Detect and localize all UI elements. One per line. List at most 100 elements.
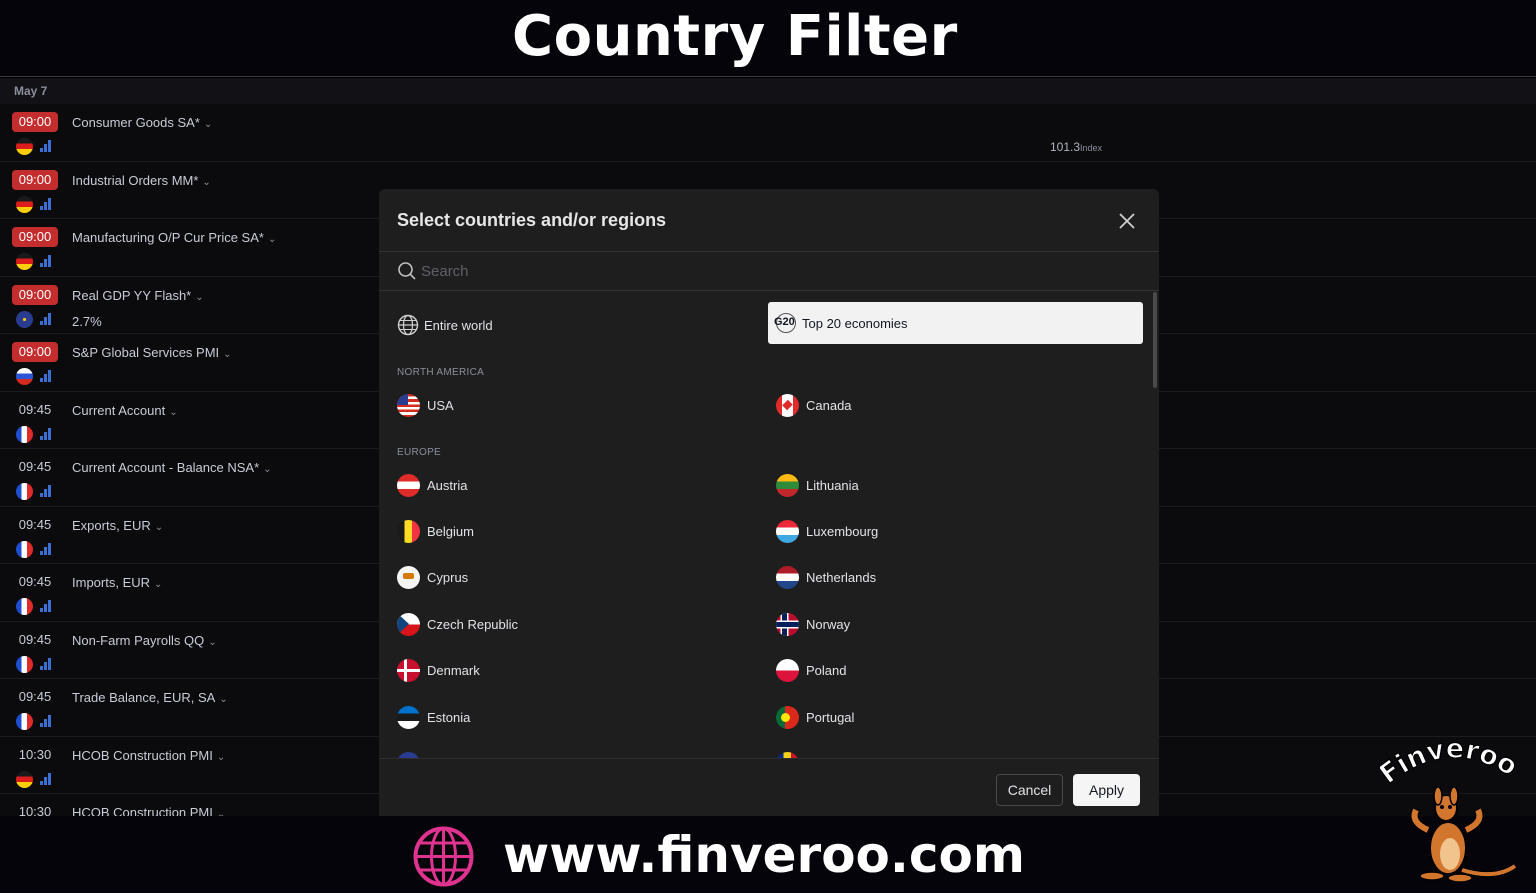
at-flag-icon: [397, 473, 420, 497]
website-banner: www.finveroo.com: [0, 816, 1536, 893]
importance-bars-icon: [40, 312, 52, 325]
country-list: Entire world G20 Top 20 economies NORTH …: [379, 292, 1149, 758]
event-actual-value: 101.3Index: [1050, 140, 1103, 154]
country-option-poland[interactable]: Poland: [776, 658, 846, 684]
banner-title: Country Filter: [512, 4, 958, 69]
event-name[interactable]: Manufacturing O/P Cur Price SA* ⌄: [72, 230, 276, 245]
event-time: 09:00: [12, 169, 58, 190]
country-option-estonia[interactable]: Estonia: [397, 704, 470, 730]
search-input[interactable]: [421, 259, 1121, 283]
country-option-usa[interactable]: USA: [397, 392, 454, 418]
globe-icon: [397, 314, 419, 336]
importance-bars-icon: [40, 255, 52, 267]
event-name[interactable]: S&P Global Services PMI ⌄: [72, 345, 232, 360]
event-row[interactable]: 09:00 Consumer Goods SA* ⌄: [0, 104, 1536, 162]
event-time: 09:45: [18, 516, 52, 532]
event-name[interactable]: Trade Balance, EUR, SA ⌄: [72, 690, 228, 705]
country-option-denmark[interactable]: Denmark: [397, 658, 480, 684]
country-label: Netherlands: [806, 570, 877, 586]
country-flag-icon: [16, 598, 33, 615]
dk-flag-icon: [397, 659, 420, 683]
country-label: Luxembourg: [806, 523, 879, 539]
close-icon: [1119, 213, 1135, 229]
country-option-canada[interactable]: Canada: [776, 392, 852, 418]
importance-bars-icon: [40, 370, 52, 382]
event-name[interactable]: Industrial Orders MM* ⌄: [72, 173, 211, 188]
country-option-cyprus[interactable]: Cyprus: [397, 565, 468, 591]
importance-bars-icon: [40, 197, 52, 210]
country-label: Cyprus: [427, 570, 469, 586]
event-name[interactable]: HCOB Construction PMI ⌄: [72, 805, 225, 816]
pt-flag-icon: [776, 705, 799, 729]
top20-economies-option[interactable]: G20 Top 20 economies: [768, 302, 1143, 344]
section-europe: EUROPE: [397, 447, 442, 458]
event-name[interactable]: Non-Farm Payrolls QQ ⌄: [72, 633, 217, 648]
country-flag-icon: [16, 368, 33, 385]
importance-bars-icon: [40, 485, 52, 497]
country-filter-dialog: Select countries and/or regions Entire w…: [379, 189, 1159, 816]
importance-bars-icon: [40, 140, 52, 152]
pl-flag-icon: [776, 659, 799, 683]
country-option-netherlands[interactable]: Netherlands: [776, 565, 876, 591]
event-name[interactable]: Current Account - Balance NSA* ⌄: [72, 460, 272, 475]
finveroo-kangaroo-logo: Finveroo: [1380, 733, 1523, 883]
event-name[interactable]: Consumer Goods SA* ⌄: [72, 115, 212, 130]
country-option-romania[interactable]: Romania: [776, 750, 858, 758]
event-name[interactable]: HCOB Construction PMI ⌄: [72, 748, 225, 763]
country-option-austria[interactable]: Austria: [397, 472, 467, 498]
importance-bars-icon: [40, 600, 52, 612]
close-button[interactable]: [1113, 207, 1141, 235]
top20-label: Top 20 economies: [802, 315, 908, 331]
be-flag-icon: [397, 519, 420, 543]
country-option-norway[interactable]: Norway: [776, 611, 850, 637]
event-name[interactable]: Real GDP YY Flash* ⌄: [72, 288, 204, 303]
entire-world-option[interactable]: Entire world: [397, 312, 493, 338]
country-label: Estonia: [427, 709, 471, 725]
no-flag-icon: [776, 612, 799, 636]
country-label: Portugal: [806, 709, 855, 725]
event-name[interactable]: Imports, EUR ⌄: [72, 575, 162, 590]
country-option-european-union[interactable]: European Union: [397, 750, 521, 758]
logo-text: Finveroo: [1380, 733, 1523, 791]
country-label: Denmark: [427, 663, 480, 679]
country-flag-icon: [16, 253, 33, 270]
country-label: USA: [427, 397, 454, 413]
country-option-portugal[interactable]: Portugal: [776, 704, 854, 730]
event-time: 09:00: [12, 342, 58, 362]
event-time: 09:45: [18, 689, 52, 704]
apply-button[interactable]: Apply: [1073, 774, 1140, 806]
chevron-down-icon: ⌄: [216, 751, 226, 763]
event-time: 09:45: [18, 631, 52, 647]
country-option-lithuania[interactable]: Lithuania: [776, 472, 859, 498]
country-flag-icon: [16, 713, 33, 730]
g20-icon: G20: [774, 312, 798, 334]
country-option-luxembourg[interactable]: Luxembourg: [776, 518, 878, 544]
event-name[interactable]: Exports, EUR ⌄: [72, 518, 163, 533]
event-name[interactable]: Current Account ⌄: [72, 403, 178, 418]
chevron-down-icon: ⌄: [154, 521, 164, 533]
country-option-czech-republic[interactable]: Czech Republic: [397, 611, 518, 637]
svg-text:Finveroo: Finveroo: [1380, 734, 1523, 791]
event-value: 2.7%: [72, 313, 102, 329]
chevron-down-icon: ⌄: [203, 119, 213, 130]
country-label: Belgium: [427, 523, 474, 539]
event-time: 09:00: [12, 284, 58, 305]
nl-flag-icon: [776, 566, 799, 590]
country-label: Czech Republic: [427, 616, 519, 632]
canada-flag-icon: [776, 393, 799, 417]
event-time: 09:00: [12, 227, 58, 247]
search-bar: [379, 252, 1159, 291]
country-flag-icon: [16, 425, 33, 443]
list-scrollbar[interactable]: [1153, 292, 1157, 388]
event-time: 10:30: [18, 746, 52, 762]
usa-flag-icon: [397, 393, 420, 417]
cancel-button[interactable]: Cancel: [996, 774, 1063, 806]
ee-flag-icon: [397, 705, 420, 729]
country-label: Norway: [806, 616, 851, 632]
dialog-header: Select countries and/or regions: [379, 189, 1159, 252]
lt-flag-icon: [776, 473, 799, 497]
country-option-belgium[interactable]: Belgium: [397, 518, 474, 544]
country-label: Lithuania: [806, 477, 859, 493]
chevron-down-icon: ⌄: [169, 406, 178, 418]
country-flag-icon: [16, 540, 33, 558]
